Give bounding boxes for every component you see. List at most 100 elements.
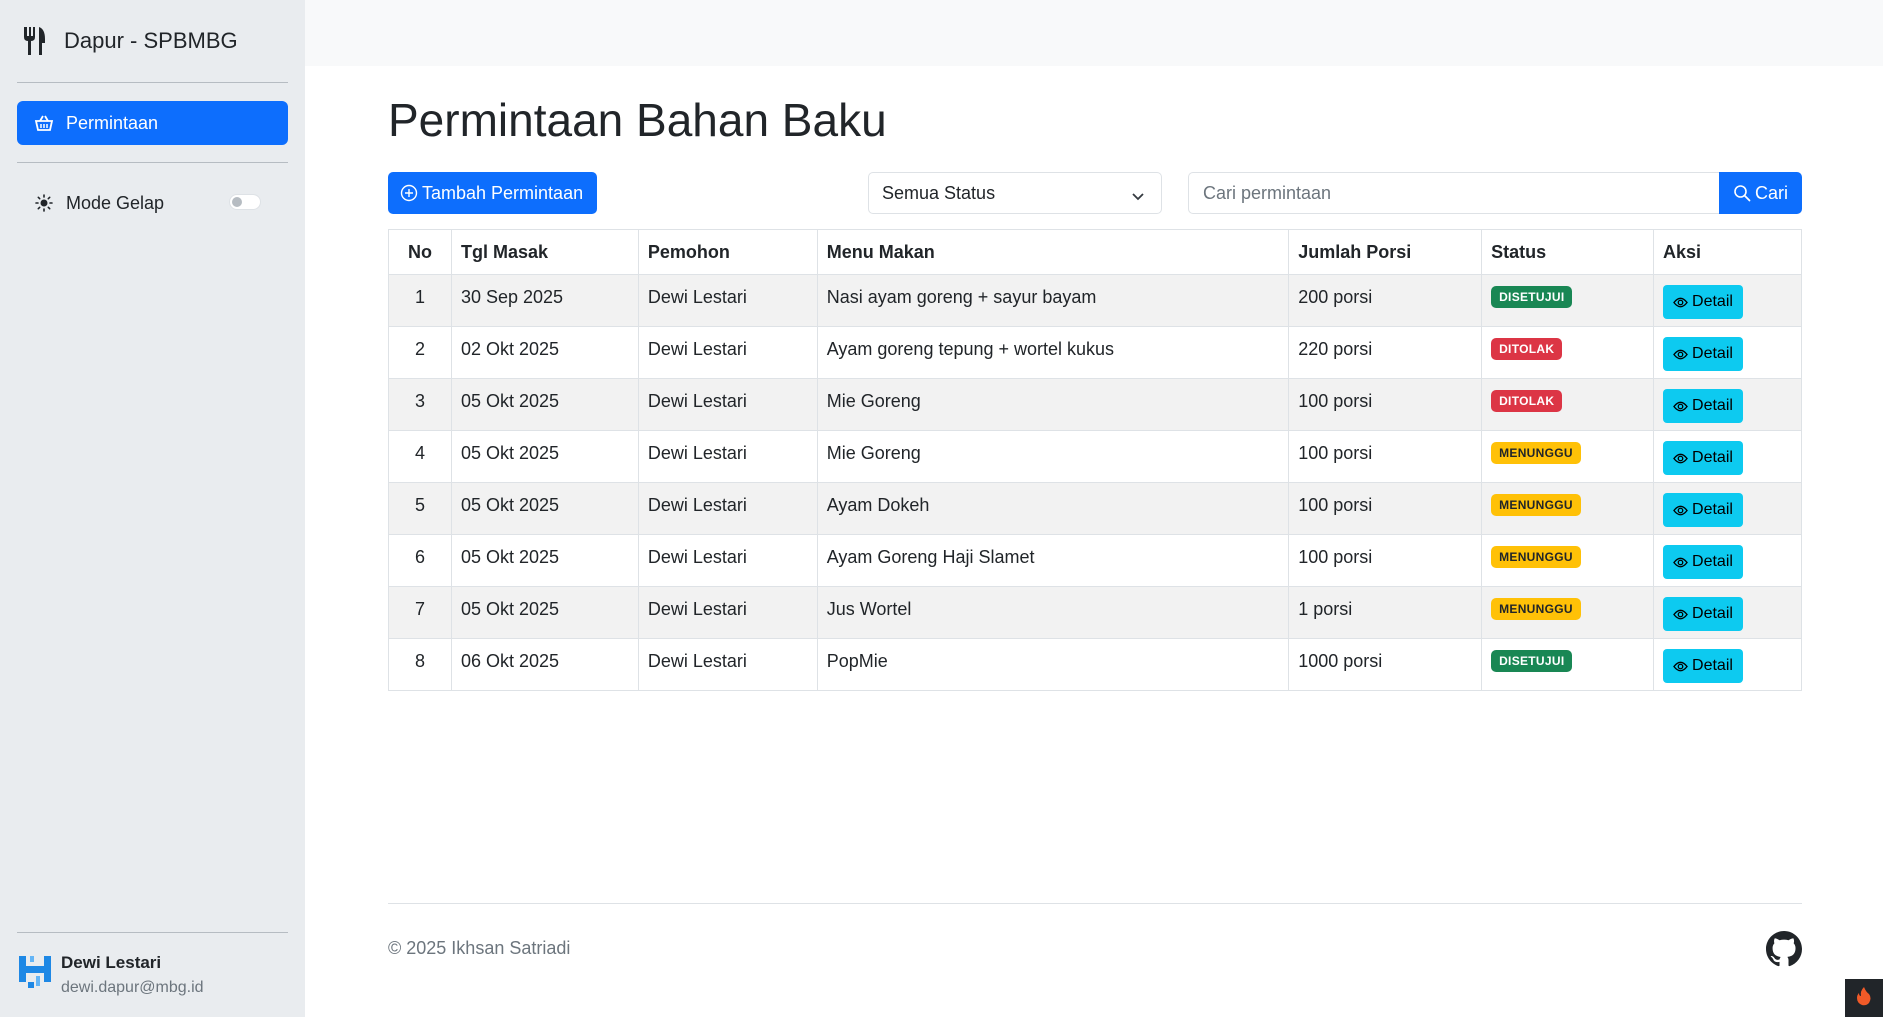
sidebar-divider: [17, 162, 288, 163]
table-row: 5 05 Okt 2025 Dewi Lestari Ayam Dokeh 100 po…: [388, 482, 1802, 535]
add-request-button[interactable]: Tambah Permintaan: [388, 172, 598, 214]
status-badge: DITOLAK: [1491, 338, 1563, 360]
cell-pemohon: Dewi Lestari: [637, 430, 818, 483]
detail-button[interactable]: Detail: [1663, 545, 1743, 579]
detail-button-label: Detail: [1692, 345, 1733, 362]
cell-aksi: Detail: [1653, 534, 1802, 587]
search-button[interactable]: Cari: [1719, 172, 1802, 214]
cell-status: DISETUJUI: [1481, 274, 1655, 327]
flame-icon: [1855, 986, 1873, 1011]
detail-button[interactable]: Detail: [1663, 649, 1743, 683]
cell-aksi: Detail: [1653, 326, 1802, 379]
cell-tgl-masak: 05 Okt 2025: [450, 482, 639, 535]
cell-jumlah-porsi: 100 porsi: [1288, 430, 1483, 483]
cell-pemohon: Dewi Lestari: [637, 326, 818, 379]
dark-mode-row: Mode Gelap: [17, 181, 288, 225]
toggle-knob: [232, 197, 242, 207]
sidebar-item-permintaan[interactable]: Permintaan: [17, 101, 288, 145]
status-badge: MENUNGGU: [1491, 598, 1581, 620]
cell-pemohon: Dewi Lestari: [637, 482, 818, 535]
status-badge: DISETUJUI: [1491, 650, 1573, 672]
user-email: dewi.dapur@mbg.id: [61, 979, 204, 996]
cell-aksi: Detail: [1653, 430, 1802, 483]
dark-mode-toggle[interactable]: [229, 194, 261, 210]
status-filter-value: Semua Status: [882, 182, 996, 203]
column-header-pemohon: Pemohon: [637, 229, 818, 275]
detail-button[interactable]: Detail: [1663, 493, 1743, 527]
detail-button-label: Detail: [1692, 501, 1733, 518]
table-header-row: No Tgl Masak Pemohon Menu Makan Jumlah P…: [388, 229, 1802, 275]
cell-status: DISETUJUI: [1481, 638, 1655, 691]
page-title: Permintaan Bahan Baku: [388, 94, 887, 146]
table-body: 1 30 Sep 2025 Dewi Lestari Nasi ayam goreng…: [388, 274, 1802, 691]
cell-aksi: Detail: [1653, 638, 1802, 691]
cell-pemohon: Dewi Lestari: [637, 586, 818, 639]
detail-button[interactable]: Detail: [1663, 441, 1743, 475]
cell-no: 3: [388, 378, 452, 431]
cell-jumlah-porsi: 100 porsi: [1288, 378, 1483, 431]
sidebar-item-label: Permintaan: [66, 112, 159, 133]
cell-status: MENUNGGU: [1481, 534, 1655, 587]
github-icon[interactable]: [1766, 931, 1802, 967]
status-badge: MENUNGGU: [1491, 442, 1581, 464]
cell-jumlah-porsi: 1000 porsi: [1288, 638, 1483, 691]
cell-tgl-masak: 05 Okt 2025: [450, 430, 639, 483]
cell-no: 7: [388, 586, 452, 639]
cell-jumlah-porsi: 100 porsi: [1288, 482, 1483, 535]
cell-no: 1: [388, 274, 452, 327]
search-input[interactable]: [1189, 173, 1719, 213]
cell-no: 8: [388, 638, 452, 691]
table-row: 1 30 Sep 2025 Dewi Lestari Nasi ayam goreng…: [388, 274, 1802, 327]
cell-tgl-masak: 05 Okt 2025: [450, 534, 639, 587]
cell-aksi: Detail: [1653, 586, 1802, 639]
corner-widget[interactable]: [1845, 979, 1883, 1017]
cell-jumlah-porsi: 220 porsi: [1288, 326, 1483, 379]
detail-button-label: Detail: [1692, 605, 1733, 622]
user-profile[interactable]: Dewi Lestari dewi.dapur@mbg.id: [17, 952, 204, 999]
cell-menu-makan: Nasi ayam goreng + sayur bayam: [816, 274, 1290, 327]
status-filter-select[interactable]: Semua Status: [868, 172, 1162, 214]
eye-icon: [1673, 607, 1688, 622]
cell-status: MENUNGGU: [1481, 586, 1655, 639]
brand[interactable]: Dapur - SPBMBG: [0, 0, 305, 82]
avatar: [17, 952, 53, 992]
detail-button[interactable]: Detail: [1663, 597, 1743, 631]
cell-jumlah-porsi: 200 porsi: [1288, 274, 1483, 327]
basket-icon: [34, 113, 54, 133]
cell-tgl-masak: 30 Sep 2025: [450, 274, 639, 327]
table-row: 6 05 Okt 2025 Dewi Lestari Ayam Goreng Haji…: [388, 534, 1802, 587]
cell-pemohon: Dewi Lestari: [637, 274, 818, 327]
detail-button-label: Detail: [1692, 553, 1733, 570]
table-row: 2 02 Okt 2025 Dewi Lestari Ayam goreng tepu…: [388, 326, 1802, 379]
chevron-down-icon: [1131, 187, 1145, 201]
table-row: 3 05 Okt 2025 Dewi Lestari Mie Goreng 100 po…: [388, 378, 1802, 431]
status-badge: DITOLAK: [1491, 390, 1563, 412]
cell-no: 6: [388, 534, 452, 587]
toolbar: Tambah Permintaan Semua Status Cari: [388, 172, 1802, 214]
cell-menu-makan: PopMie: [816, 638, 1290, 691]
eye-icon: [1673, 451, 1688, 466]
cell-status: MENUNGGU: [1481, 482, 1655, 535]
cell-aksi: Detail: [1653, 274, 1802, 327]
footer-divider: [388, 903, 1802, 904]
eye-icon: [1673, 503, 1688, 518]
cell-tgl-masak: 05 Okt 2025: [450, 378, 639, 431]
brand-title: Dapur - SPBMBG: [64, 28, 238, 53]
user-divider: [17, 932, 288, 933]
table-row: 7 05 Okt 2025 Dewi Lestari Jus Wortel 1 pors…: [388, 586, 1802, 639]
top-bar: [305, 0, 1883, 66]
cell-pemohon: Dewi Lestari: [637, 638, 818, 691]
cell-jumlah-porsi: 100 porsi: [1288, 534, 1483, 587]
detail-button[interactable]: Detail: [1663, 337, 1743, 371]
status-badge: DISETUJUI: [1491, 286, 1573, 308]
cell-menu-makan: Ayam Goreng Haji Slamet: [816, 534, 1290, 587]
cell-menu-makan: Ayam Dokeh: [816, 482, 1290, 535]
detail-button[interactable]: Detail: [1663, 389, 1743, 423]
cell-status: DITOLAK: [1481, 326, 1655, 379]
table-row: 8 06 Okt 2025 Dewi Lestari PopMie 1000 porsi…: [388, 638, 1802, 691]
detail-button[interactable]: Detail: [1663, 285, 1743, 319]
column-header-status: Status: [1481, 229, 1655, 275]
sidebar-divider: [17, 82, 288, 83]
cell-status: MENUNGGU: [1481, 430, 1655, 483]
detail-button-label: Detail: [1692, 293, 1733, 310]
